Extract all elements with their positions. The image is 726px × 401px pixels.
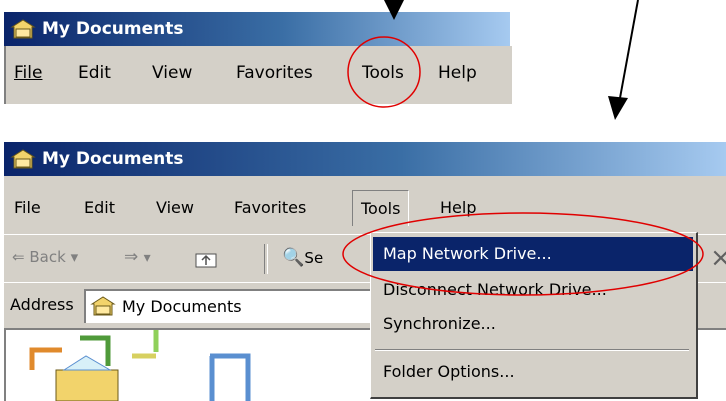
diagonal-arrow-line: [619, 0, 639, 99]
arrow-down-icon: [384, 0, 404, 20]
arrow-head-icon: [608, 96, 628, 120]
annotation-circle-tools: [347, 36, 421, 108]
annotation-overlay: [342, 0, 704, 296]
annotation-ellipse-menu: [342, 212, 704, 296]
